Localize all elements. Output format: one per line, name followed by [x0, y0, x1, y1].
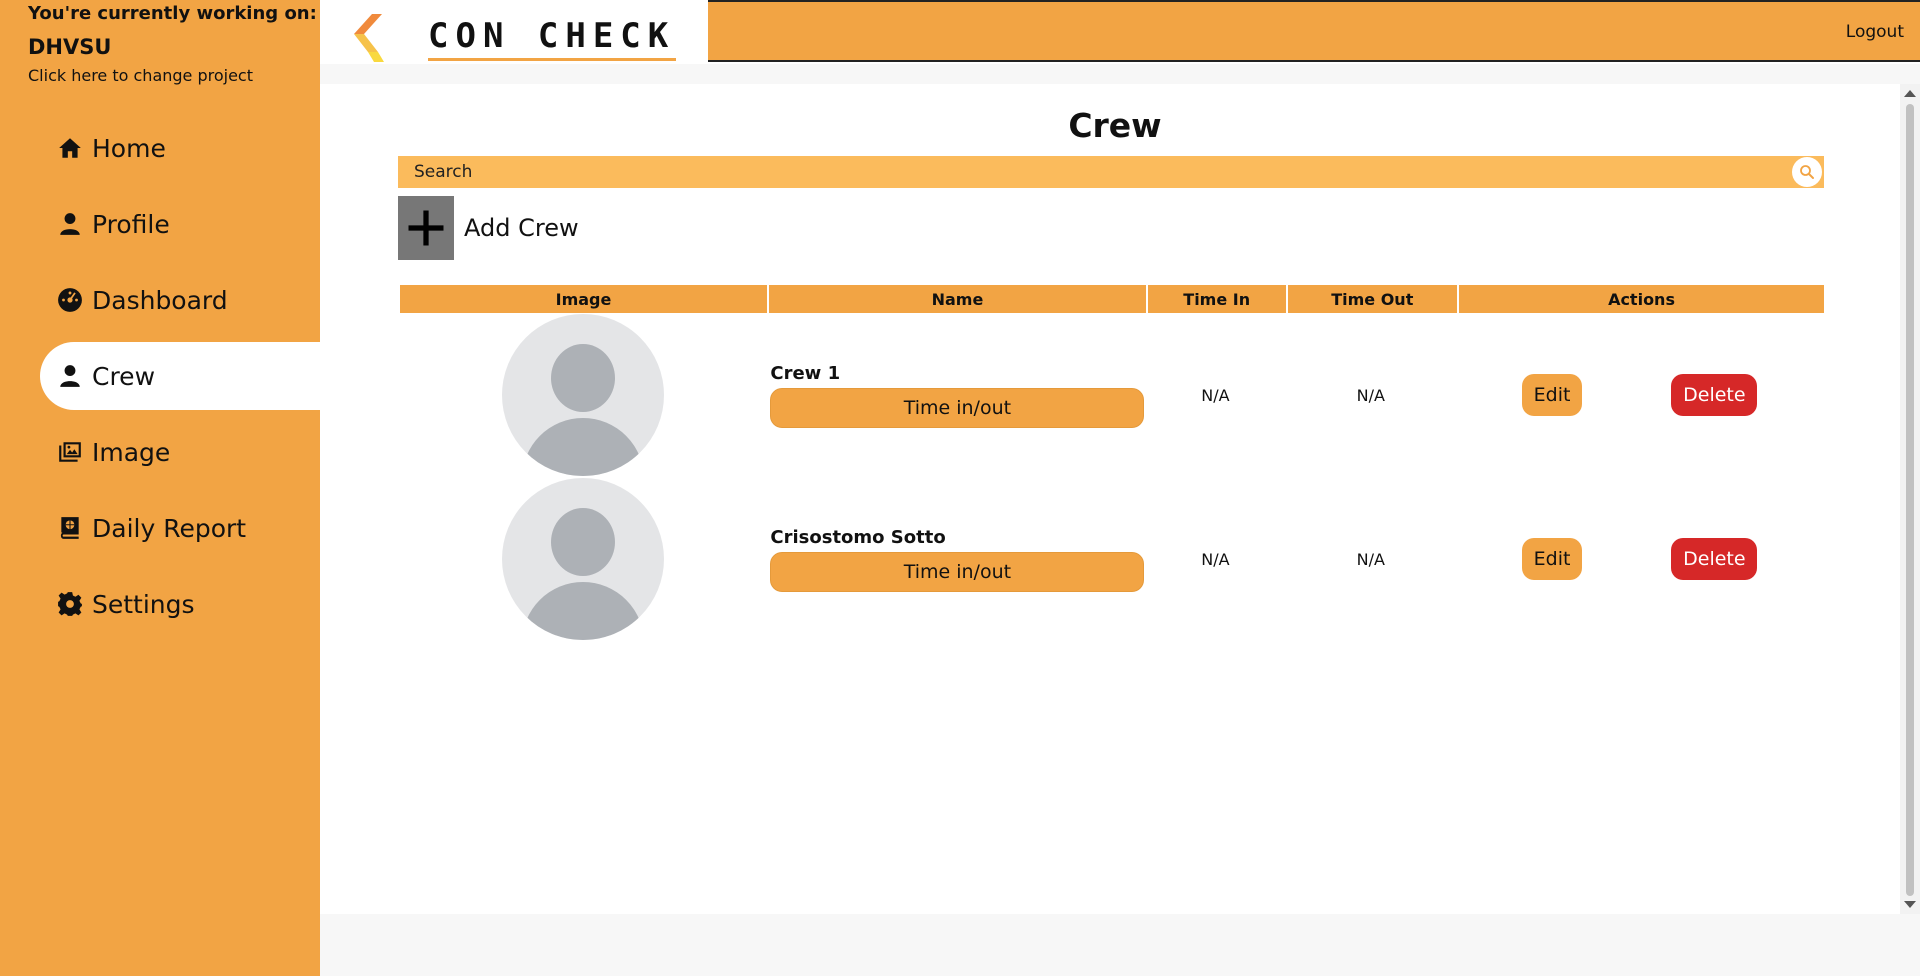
add-crew-label: Add Crew [464, 214, 579, 242]
delete-button[interactable]: Delete [1671, 538, 1758, 580]
name-cell: Crisostomo Sotto Time in/out [768, 477, 1145, 641]
actions-cell: Edit Delete [1457, 477, 1822, 641]
edit-button[interactable]: Edit [1522, 374, 1583, 416]
name-cell: Crew 1 Time in/out [768, 313, 1145, 477]
table-row: Crisostomo Sotto Time in/out N/A N/A Edi… [400, 477, 1824, 641]
sidebar-item-label: Crew [92, 361, 156, 391]
sidebar-item-label: Settings [92, 589, 195, 619]
sidebar-item-settings[interactable]: Settings [40, 570, 320, 638]
person-icon [56, 362, 84, 390]
search-icon [1800, 165, 1814, 179]
time-in-value: N/A [1201, 385, 1230, 405]
sidebar-item-label: Home [92, 133, 166, 163]
sidebar-item-image[interactable]: Image [40, 418, 320, 486]
sidebar-item-profile[interactable]: Profile [40, 190, 320, 258]
sidebar-item-label: Dashboard [92, 285, 228, 315]
person-icon [56, 210, 84, 238]
sidebar-item-daily-report[interactable]: Daily Report [40, 494, 320, 562]
sidebar-item-label: Daily Report [92, 513, 247, 543]
avatar [502, 314, 665, 476]
delete-button[interactable]: Delete [1671, 374, 1758, 416]
sidebar-item-label: Profile [92, 209, 170, 239]
main-content: Crew Add Crew Image Name Time In Time Ou… [320, 84, 1900, 914]
time-out-value: N/A [1356, 549, 1385, 569]
sidebar-nav: Home Profile Dashboard Crew Image Daily … [0, 114, 320, 646]
sidebar-item-home[interactable]: Home [40, 114, 320, 182]
image-cell [400, 313, 766, 477]
vertical-scrollbar[interactable] [1900, 84, 1920, 914]
project-selector[interactable]: You're currently working on: DHVSU Click… [28, 0, 318, 86]
project-name: DHVSU [28, 35, 112, 59]
time-out-value: N/A [1356, 385, 1385, 405]
column-header-image: Image [400, 285, 767, 313]
page-title: Crew [1068, 106, 1162, 145]
sidebar-item-crew[interactable]: Crew [40, 342, 320, 410]
column-header-time-in: Time In [1147, 285, 1286, 313]
scroll-thumb[interactable] [1906, 104, 1914, 896]
images-icon [56, 438, 84, 466]
search-input[interactable] [414, 158, 1794, 186]
avatar [502, 478, 665, 640]
home-icon [56, 134, 84, 162]
plus-icon [398, 196, 454, 260]
column-header-time-out: Time Out [1287, 285, 1458, 313]
change-project-link[interactable]: Click here to change project [28, 66, 318, 86]
project-label: You're currently working on: [28, 3, 317, 24]
search-bar [398, 156, 1824, 188]
app-logo-icon [354, 14, 384, 62]
time-in-out-button[interactable]: Time in/out [770, 387, 1145, 428]
column-header-actions: Actions [1459, 285, 1824, 313]
sidebar-item-label: Image [92, 437, 171, 467]
crew-name: Crisostomo Sotto [770, 526, 946, 548]
edit-button[interactable]: Edit [1522, 538, 1583, 580]
gauge-icon [56, 286, 84, 314]
logo-underline [428, 58, 676, 61]
scroll-up-arrow-icon[interactable] [1904, 90, 1916, 97]
search-button[interactable] [1792, 157, 1822, 187]
table-header: Image Name Time In Time Out Actions [400, 285, 1824, 313]
scroll-down-arrow-icon[interactable] [1904, 901, 1916, 908]
sidebar-item-dashboard[interactable]: Dashboard [40, 266, 320, 334]
time-in-out-button[interactable]: Time in/out [770, 551, 1145, 592]
image-cell [400, 477, 766, 641]
crew-name: Crew 1 [770, 362, 841, 384]
book-icon [56, 514, 84, 542]
add-crew-button[interactable]: Add Crew [398, 196, 579, 260]
column-header-name: Name [768, 285, 1146, 313]
time-in-value: N/A [1201, 549, 1230, 569]
logout-link[interactable]: Logout [1846, 22, 1904, 42]
gear-icon [56, 590, 84, 618]
actions-cell: Edit Delete [1457, 313, 1822, 477]
table-row: Crew 1 Time in/out N/A N/A Edit Delete [400, 313, 1824, 477]
logo-text: CON CHECK [428, 16, 676, 56]
sidebar: You're currently working on: DHVSU Click… [0, 0, 320, 976]
logo: CON CHECK [320, 0, 708, 64]
crew-table: Image Name Time In Time Out Actions Crew… [400, 285, 1824, 641]
